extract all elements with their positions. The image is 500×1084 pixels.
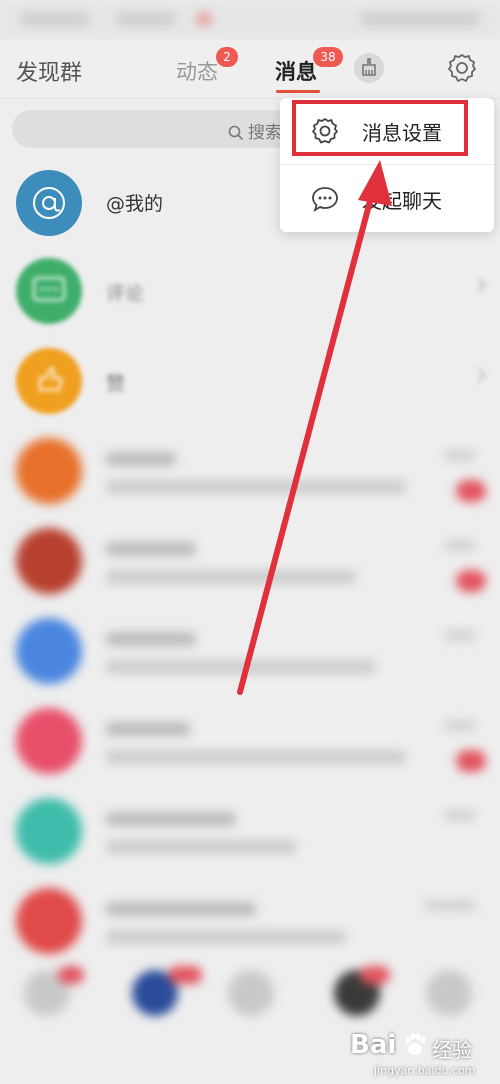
chevron-right-icon xyxy=(471,277,487,293)
paw-icon xyxy=(405,1033,426,1055)
dynamics-badge: 2 xyxy=(216,47,238,67)
avatar xyxy=(16,618,82,684)
list-item-likes[interactable]: 赞 xyxy=(0,336,500,426)
avatar xyxy=(16,888,82,954)
broom-icon xyxy=(362,58,376,76)
unread-badge xyxy=(456,570,486,592)
search-label: 搜索 xyxy=(248,123,282,143)
avatar xyxy=(16,438,82,504)
list-item-conversation[interactable] xyxy=(0,606,500,696)
tab-messages[interactable]: 消息 xyxy=(275,56,317,86)
chat-bubble-icon xyxy=(312,187,338,212)
active-tab-indicator xyxy=(276,90,320,93)
tab-discover-icon[interactable] xyxy=(228,970,274,1016)
avatar xyxy=(16,348,82,414)
chevron-right-icon xyxy=(471,367,487,383)
settings-gear-button[interactable] xyxy=(446,52,478,84)
comment-icon xyxy=(33,277,65,301)
search-icon xyxy=(228,125,244,141)
tab-profile-icon[interactable] xyxy=(426,970,472,1016)
avatar xyxy=(16,528,82,594)
thumbs-up-icon xyxy=(39,366,63,391)
discover-groups-link[interactable]: 发现群 xyxy=(16,55,82,87)
divider xyxy=(280,164,494,165)
list-item-conversation[interactable] xyxy=(0,696,500,786)
start-chat-label: 发起聊天 xyxy=(362,189,442,213)
row-title: 赞 xyxy=(106,373,126,395)
annotation-highlight-box xyxy=(292,100,468,156)
watermark-brand: Bai xyxy=(350,1030,397,1060)
start-chat-item[interactable]: 发起聊天 xyxy=(280,166,494,232)
messages-badge: 38 xyxy=(313,47,343,67)
list-item-conversation[interactable] xyxy=(0,426,500,516)
baidu-jingyan-watermark: Bai 经验 jingyan.baidu.com xyxy=(346,1026,498,1082)
at-sign-icon xyxy=(33,187,65,219)
avatar xyxy=(16,170,82,236)
status-bar xyxy=(0,0,500,40)
list-item-conversation[interactable] xyxy=(0,516,500,606)
list-item-conversation[interactable] xyxy=(0,786,500,876)
list-item-comments[interactable]: 评论 xyxy=(0,246,500,336)
top-navigation: 发现群 动态 2 消息 38 xyxy=(0,40,500,99)
gear-icon xyxy=(448,54,476,82)
avatar xyxy=(16,258,82,324)
watermark-url: jingyan.baidu.com xyxy=(374,1064,476,1077)
clean-broom-button[interactable] xyxy=(354,53,384,83)
avatar xyxy=(16,798,82,864)
watermark-brand-suffix: 经验 xyxy=(432,1038,472,1062)
unread-badge xyxy=(456,750,486,772)
row-title: 评论 xyxy=(106,283,145,305)
avatar xyxy=(16,708,82,774)
unread-badge xyxy=(456,480,486,502)
tab-dynamics[interactable]: 动态 xyxy=(176,56,218,86)
row-title: @我的 xyxy=(106,193,164,215)
